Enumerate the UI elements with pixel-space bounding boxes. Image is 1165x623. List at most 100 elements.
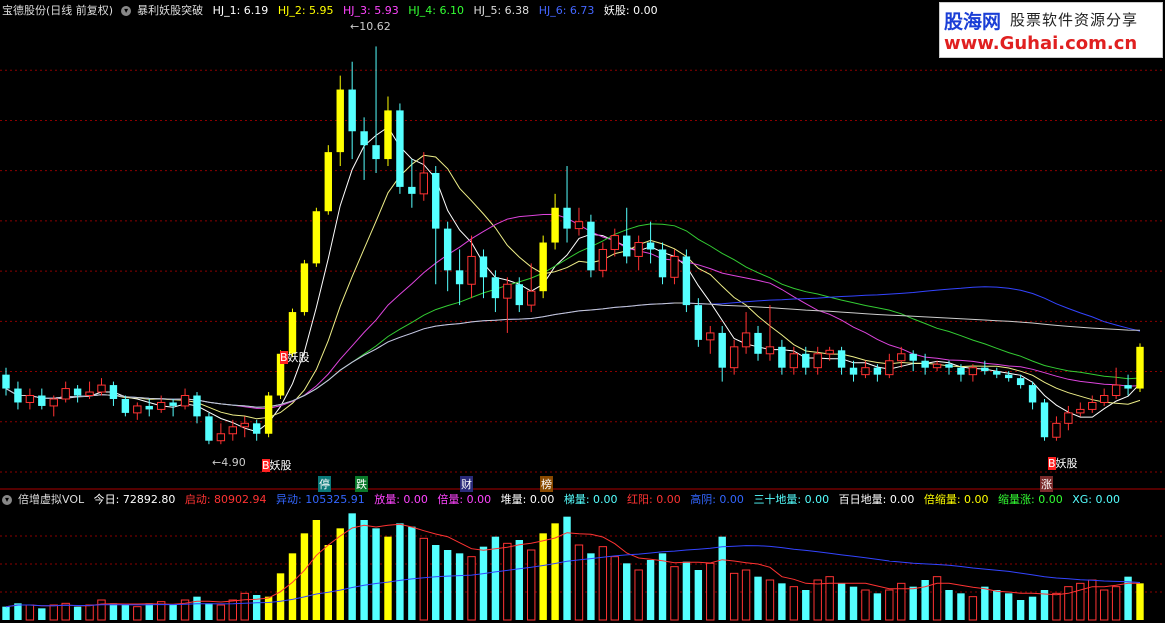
volume-bar (193, 596, 201, 620)
candle-body (646, 242, 655, 250)
volume-bar (1064, 586, 1073, 621)
vol-beiliang: 倍量: 0.00 (437, 493, 492, 506)
candle-body (634, 242, 643, 257)
volume-bar (336, 528, 344, 620)
volume-bar (706, 562, 715, 621)
volume-bar (610, 556, 619, 621)
ma60-line (5, 286, 1141, 408)
price-pane-header: 宝德股份(日线 前复权) ▾ 暴利妖股突破 HJ_1: 6.19 HJ_2: 5.9… (2, 3, 664, 19)
candle-body (813, 353, 822, 369)
volume-bar (789, 586, 799, 621)
volume-bar (981, 586, 989, 620)
volume-bar (1004, 593, 1013, 620)
candle-body (396, 110, 404, 187)
tag-die: 跌 (355, 476, 368, 492)
candle-body (252, 423, 261, 434)
vol-indicator-name[interactable]: 倍增虚拟VOL (18, 493, 84, 506)
volume-bar (324, 545, 332, 620)
volume-bar (646, 560, 655, 620)
candle-body (336, 89, 344, 153)
candle-body (205, 416, 213, 441)
candle-body (718, 332, 726, 368)
candle-body (1136, 346, 1144, 389)
volume-bar (2, 606, 10, 620)
candle-body (408, 186, 416, 194)
volume-bar (216, 604, 226, 621)
circle-menu-icon[interactable]: ▾ (2, 495, 12, 505)
candle-body (1016, 378, 1025, 386)
candle-body (1088, 401, 1097, 410)
tag-ting: 停 (318, 476, 331, 492)
candle-body (169, 402, 177, 406)
volume-bar (741, 569, 751, 621)
candle-body (324, 152, 332, 212)
indicator-name[interactable]: 暴利妖股突破 (137, 4, 203, 17)
volume-bar (1028, 596, 1037, 620)
volume-average-lines (5, 523, 1141, 608)
vol-sanshi: 三十地量: 0.00 (753, 493, 830, 506)
volume-bar (419, 537, 428, 621)
candle-body (85, 391, 94, 397)
volume-bar (729, 572, 739, 621)
hj5-value: HJ_5: 6.38 (473, 4, 530, 17)
candle-body (479, 256, 488, 278)
candle-body (861, 367, 870, 376)
volume-bar (408, 526, 416, 620)
ma120-line (5, 302, 1141, 408)
circle-menu-icon[interactable]: ▾ (121, 6, 132, 16)
candle-body (348, 89, 356, 132)
candle-body (61, 388, 70, 400)
volume-bar (861, 589, 870, 621)
candle-body (741, 332, 751, 348)
yaogu-signal-3: B妖股 (1048, 457, 1078, 470)
candle-body (312, 211, 321, 264)
ma30-line (5, 223, 1141, 408)
candle-body (932, 363, 942, 369)
volume-bar (563, 516, 571, 620)
candle-body (240, 422, 249, 428)
vol-ma5-line (5, 523, 1140, 608)
candle-body (598, 248, 608, 271)
candle-body (216, 433, 226, 442)
volume-bar (85, 604, 94, 621)
candle-body (610, 235, 619, 250)
candle-body (133, 405, 142, 414)
volume-bar (587, 553, 595, 620)
vol-baiday: 百日地量: 0.00 (838, 493, 915, 506)
guhai-logo[interactable]: 股海网 股票软件资源分享 www.Guhai.com.cn (939, 2, 1163, 58)
candle-body (1111, 384, 1121, 397)
candle-body (443, 228, 452, 271)
volume-bar (49, 604, 58, 621)
candle-body (945, 364, 953, 368)
volume-bar (1099, 589, 1109, 621)
candle-body (968, 367, 978, 376)
volume-bar (802, 590, 810, 620)
candle-body (455, 270, 464, 285)
volume-bar (909, 586, 917, 620)
volume-bar (1052, 592, 1061, 621)
candle-body (825, 349, 834, 355)
candle-body (658, 249, 667, 278)
volume-bar (515, 540, 523, 620)
volume-bar (300, 533, 309, 620)
candle-body (97, 384, 106, 393)
candle-body (1052, 422, 1061, 438)
volume-bar (634, 569, 643, 621)
candle-body (264, 395, 273, 434)
stock-name[interactable]: 宝德股份(日线 前复权) (2, 4, 113, 17)
vol-gaoyin: 高阴: 0.00 (690, 493, 744, 506)
ma5-line (5, 126, 1141, 433)
volume-bar (312, 520, 321, 620)
candle-body (2, 374, 10, 389)
chart-canvas[interactable] (0, 0, 1165, 623)
candle-body (372, 145, 380, 160)
candle-body (1099, 395, 1109, 403)
volume-bar (873, 593, 882, 620)
vol-yidong: 异动: 105325.91 (276, 493, 365, 506)
candle-body (384, 110, 392, 160)
volume-bar (479, 546, 488, 620)
candle-body (563, 207, 571, 229)
candle-body (993, 371, 1001, 375)
candle-body (14, 388, 22, 403)
volume-bar (264, 596, 273, 620)
